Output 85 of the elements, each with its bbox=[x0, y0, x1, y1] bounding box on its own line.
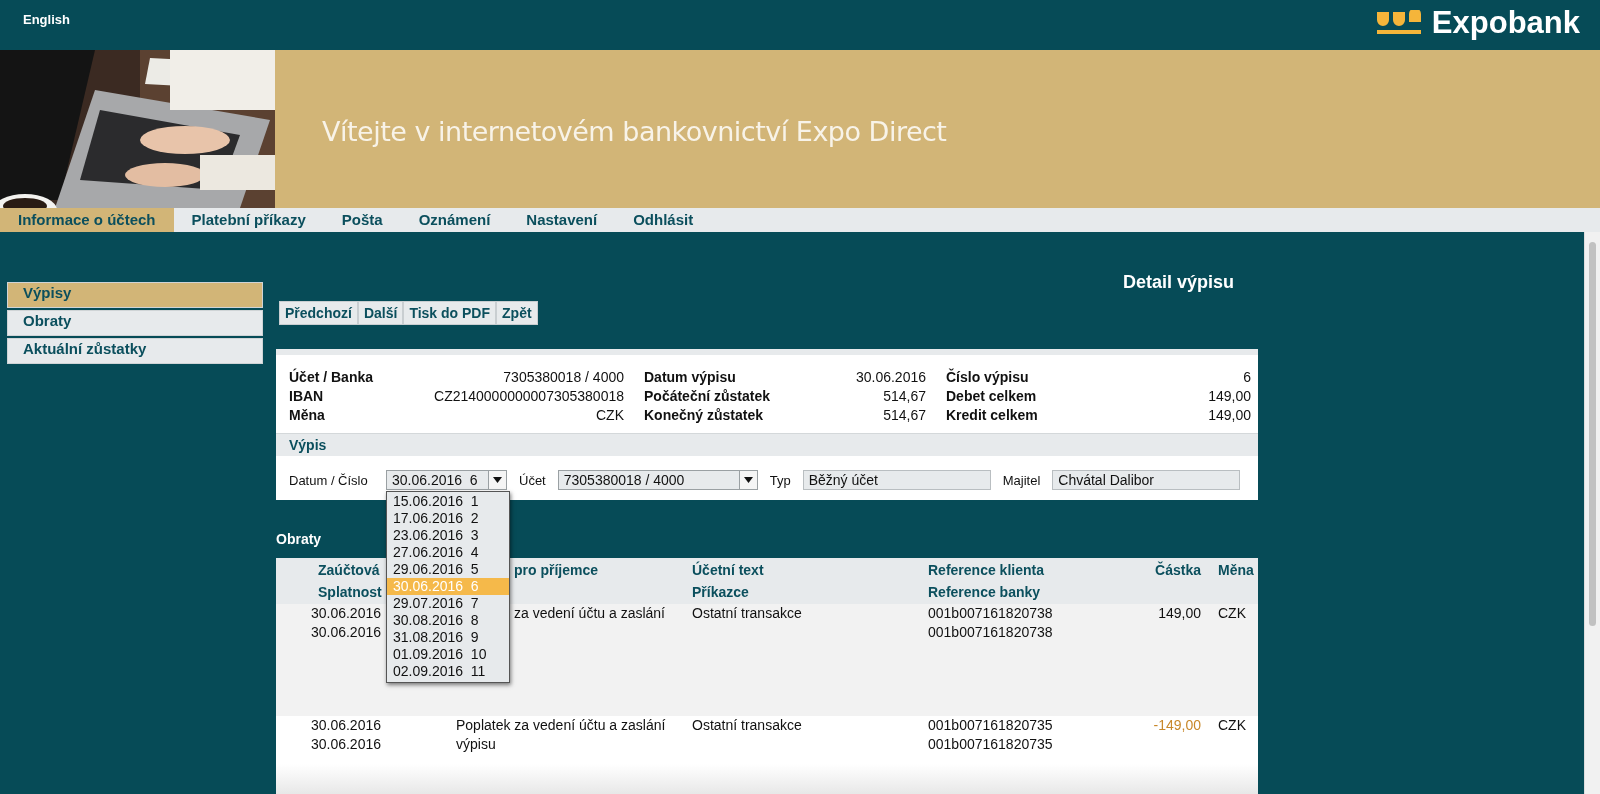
table-cell: 30.06.2016 bbox=[310, 716, 381, 735]
nav-tab[interactable]: Pošta bbox=[323, 208, 401, 232]
nav-tab[interactable]: Nastavení bbox=[508, 208, 616, 232]
table-cell: CZK bbox=[1218, 716, 1246, 735]
field-value: 514,67 bbox=[883, 406, 926, 425]
toolbar-button[interactable]: Další bbox=[357, 301, 404, 325]
text-field[interactable]: Běžný účet bbox=[802, 470, 991, 490]
dropdown-option[interactable]: 31.08.2016 9 bbox=[387, 629, 509, 646]
field-label: Datum / Číslo bbox=[289, 472, 369, 488]
text-field[interactable]: Chvátal Dalibor bbox=[1052, 470, 1241, 490]
toolbar-button[interactable]: Předchozí bbox=[279, 301, 358, 325]
column-header: Měna bbox=[1218, 561, 1254, 580]
table-cell: Poplatek za vedení účtu a zaslání bbox=[456, 716, 666, 735]
table-cell: 30.06.2016 bbox=[310, 735, 381, 754]
column-header: Reference klienta bbox=[928, 561, 1044, 580]
table-cell: za vedení účtu a zaslání bbox=[514, 604, 665, 623]
table-cell: 149,00 bbox=[1158, 604, 1201, 623]
table-cell: 001b007161820735 bbox=[928, 735, 1053, 754]
scrollbar[interactable] bbox=[1584, 232, 1600, 794]
nav-tab[interactable]: Platební příkazy bbox=[173, 208, 324, 232]
field-value: CZ2140000000007305380018 bbox=[434, 387, 624, 406]
table-cell: CZK bbox=[1218, 604, 1246, 623]
field-value: 30.06.2016 bbox=[855, 368, 926, 387]
column-header: Částka bbox=[1155, 560, 1201, 580]
dropdown-option[interactable]: 29.06.2016 5 bbox=[387, 561, 509, 578]
sidebar-item[interactable]: Aktuální zůstatky bbox=[7, 338, 263, 364]
field-value: 7305380018 / 4000 bbox=[503, 368, 624, 387]
page-title: Detail výpisu bbox=[1122, 272, 1234, 292]
scrollbar-thumb[interactable] bbox=[1589, 242, 1596, 626]
column-header: Příkazce bbox=[692, 583, 749, 602]
dropdown-option[interactable]: 01.09.2016 10 bbox=[387, 646, 509, 663]
nav-tab[interactable]: Informace o účtech bbox=[0, 208, 174, 232]
field-label: Konečný zůstatek bbox=[644, 406, 764, 425]
nav-tab[interactable]: Odhlásit bbox=[615, 208, 712, 232]
dropdown-option[interactable]: 29.07.2016 7 bbox=[387, 595, 509, 612]
logo-text: Expobank bbox=[1431, 6, 1580, 40]
field-label: Číslo výpisu bbox=[946, 368, 1029, 387]
field-label: Měna bbox=[289, 406, 325, 425]
column-header: Zaúčtová bbox=[318, 561, 380, 580]
language-link[interactable]: English bbox=[23, 12, 70, 28]
dropdown-option[interactable]: 15.06.2016 1 bbox=[387, 493, 509, 510]
section-title: Výpis bbox=[288, 437, 327, 453]
welcome-text: Vítejte v internetovém bankovnictví Expo Direct bbox=[322, 115, 947, 147]
table-cell: 001b007161820738 bbox=[928, 623, 1053, 642]
dropdown-option[interactable]: 17.06.2016 2 bbox=[387, 510, 509, 527]
table-cell: 30.06.2016 bbox=[310, 623, 381, 642]
field-label: Datum výpisu bbox=[644, 368, 736, 387]
field-value: 149,00 bbox=[1208, 387, 1251, 406]
table-cell: Ostatní transakce bbox=[692, 716, 802, 735]
field-label: Kredit celkem bbox=[946, 406, 1038, 425]
field-value: 514,67 bbox=[883, 387, 926, 406]
field-label: Typ bbox=[769, 472, 791, 488]
section-title: Obraty bbox=[276, 531, 322, 547]
table-cell: 30.06.2016 bbox=[310, 604, 381, 623]
sidebar-item[interactable]: Obraty bbox=[7, 310, 263, 336]
field-label: IBAN bbox=[289, 387, 324, 406]
field-label: Majitel bbox=[1002, 472, 1041, 488]
toolbar-button[interactable]: Zpět bbox=[496, 301, 538, 325]
column-header: Reference banky bbox=[928, 583, 1041, 602]
field-label: Účet / Banka bbox=[289, 368, 374, 387]
table-cell: výpisu bbox=[456, 735, 496, 754]
sidebar-item[interactable]: Výpisy bbox=[7, 282, 263, 308]
column-header: Účetní text bbox=[692, 560, 764, 580]
field-label: Počáteční zůstatek bbox=[644, 387, 771, 406]
field-label: Účet bbox=[519, 472, 546, 488]
dropdown-option[interactable]: 23.06.2016 3 bbox=[387, 527, 509, 544]
select-field[interactable]: 7305380018 / 4000 bbox=[557, 470, 758, 490]
table-cell: 001b007161820735 bbox=[928, 716, 1053, 735]
caret-icon bbox=[493, 477, 502, 483]
dropdown-option[interactable]: 30.08.2016 8 bbox=[387, 612, 509, 629]
nav-tab[interactable]: Oznámení bbox=[400, 208, 509, 232]
field-value: 6 bbox=[1243, 368, 1251, 387]
table-cell: Ostatní transakce bbox=[692, 604, 802, 623]
caret-icon bbox=[743, 477, 753, 483]
column-header: pro příjemce bbox=[514, 561, 599, 580]
column-header: Splatnost bbox=[318, 583, 382, 602]
table-cell: 001b007161820738 bbox=[928, 604, 1053, 623]
dropdown-option[interactable]: 02.09.2016 11 bbox=[387, 663, 509, 680]
logo-icon bbox=[1374, 10, 1423, 36]
field-value: 149,00 bbox=[1208, 406, 1251, 425]
field-label: Debet celkem bbox=[946, 387, 1037, 406]
dropdown-option[interactable]: 27.06.2016 4 bbox=[387, 544, 509, 561]
field-value: CZK bbox=[596, 406, 624, 425]
toolbar-button[interactable]: Tisk do PDF bbox=[403, 301, 497, 325]
table-cell: -149,00 bbox=[1153, 716, 1201, 735]
